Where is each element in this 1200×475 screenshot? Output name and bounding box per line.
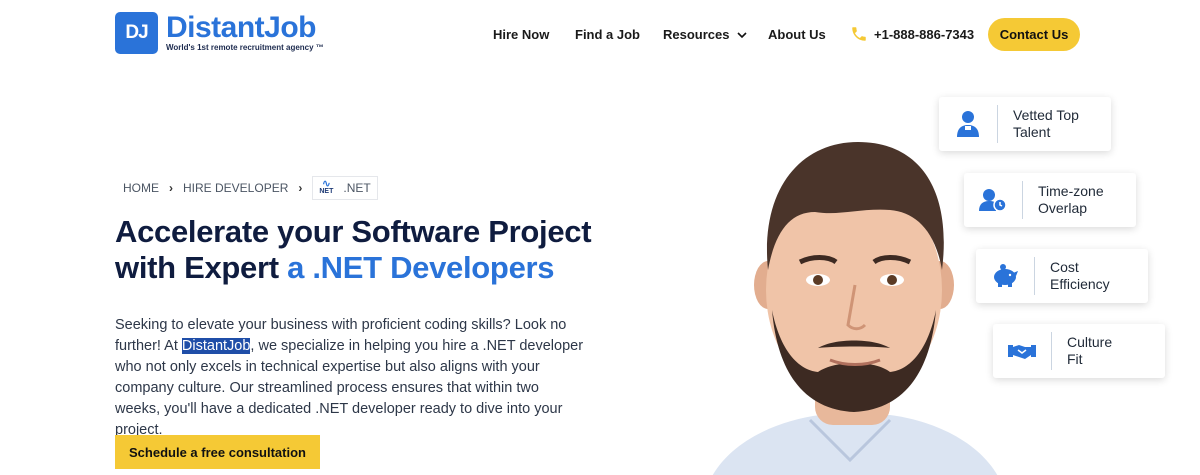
feature-label: Culture Fit bbox=[1067, 334, 1157, 368]
logo[interactable]: DJ DistantJob World's 1st remote recruit… bbox=[115, 12, 324, 54]
feature-label-line-1: Cost bbox=[1050, 259, 1079, 275]
selected-text: DistantJob bbox=[181, 338, 251, 354]
user-clock-icon bbox=[979, 189, 1007, 212]
nav-about-us[interactable]: About Us bbox=[768, 27, 826, 42]
dotnet-icon-text: NET bbox=[319, 188, 334, 195]
chevron-right-icon: › bbox=[298, 181, 303, 195]
nav-find-a-job[interactable]: Find a Job bbox=[575, 27, 640, 42]
feature-label: Time-zone Overlap bbox=[1038, 183, 1128, 217]
card-divider bbox=[1051, 332, 1052, 370]
headline-accent: a .NET Developers bbox=[287, 250, 555, 285]
feature-card-time-zone: Time-zone Overlap bbox=[964, 173, 1136, 227]
feature-label-line-2: Talent bbox=[1013, 124, 1051, 140]
phone-link[interactable]: +1-888-886-7343 bbox=[850, 25, 974, 43]
headline-prefix: with Expert bbox=[115, 250, 288, 285]
handshake-icon bbox=[1008, 345, 1036, 359]
headline-line-1: Accelerate your Software Project bbox=[115, 214, 592, 249]
headline-line-2: with Expert a .NET Developers bbox=[115, 250, 591, 286]
phone-number: +1-888-886-7343 bbox=[874, 26, 975, 42]
breadcrumb-home[interactable]: HOME bbox=[123, 181, 159, 195]
feature-card-cost-efficiency: Cost Efficiency bbox=[976, 249, 1148, 303]
developer-portrait bbox=[712, 142, 998, 475]
logo-mark: DJ bbox=[115, 12, 158, 54]
card-divider bbox=[997, 105, 998, 143]
logo-name: DistantJob bbox=[166, 11, 317, 44]
logo-text: DistantJob World's 1st remote recruitmen… bbox=[166, 11, 324, 53]
card-divider bbox=[1034, 257, 1035, 295]
contact-us-button[interactable]: Contact Us bbox=[988, 18, 1080, 51]
feature-label-line-1: Culture bbox=[1067, 334, 1113, 350]
breadcrumb-current: ∿ NET .NET bbox=[312, 176, 378, 200]
feature-label-line-1: Time-zone bbox=[1038, 183, 1104, 199]
feature-label: Cost Efficiency bbox=[1050, 259, 1140, 293]
schedule-consultation-button[interactable]: Schedule a free consultation bbox=[115, 435, 320, 469]
chevron-right-icon: › bbox=[169, 181, 173, 195]
phone-icon bbox=[852, 27, 866, 41]
nav-hire-now[interactable]: Hire Now bbox=[493, 27, 549, 42]
nav-resources[interactable]: Resources bbox=[663, 27, 748, 42]
breadcrumb-hire-developer[interactable]: HIRE DEVELOPER bbox=[183, 181, 288, 195]
feature-label: Vetted Top Talent bbox=[1013, 107, 1103, 141]
dotnet-icon: ∿ NET bbox=[319, 178, 334, 196]
chevron-down-icon bbox=[737, 31, 748, 38]
feature-label-line-2: Efficiency bbox=[1050, 276, 1110, 292]
feature-card-culture-fit: Culture Fit bbox=[993, 324, 1165, 378]
feature-label-line-2: Overlap bbox=[1038, 200, 1088, 216]
feature-label-line-1: Vetted Top bbox=[1013, 107, 1079, 123]
feature-label-line-2: Fit bbox=[1067, 351, 1083, 367]
logo-tagline: World's 1st remote recruitment agency ™ bbox=[166, 43, 324, 52]
hero-description: Seeking to elevate your business with pr… bbox=[115, 315, 585, 441]
dotnet-icon-glyph: ∿ bbox=[321, 178, 331, 190]
person-badge-icon bbox=[957, 111, 979, 137]
feature-card-vetted-talent: Vetted Top Talent bbox=[939, 97, 1111, 151]
card-divider bbox=[1022, 181, 1023, 219]
nav-resources-label: Resources bbox=[663, 27, 730, 42]
piggy-bank-icon bbox=[994, 264, 1018, 287]
breadcrumb-current-label: .NET bbox=[343, 181, 371, 195]
breadcrumb: HOME › HIRE DEVELOPER › ∿ NET .NET bbox=[123, 176, 378, 200]
page-title: Accelerate your Software Project with Ex… bbox=[115, 214, 592, 286]
